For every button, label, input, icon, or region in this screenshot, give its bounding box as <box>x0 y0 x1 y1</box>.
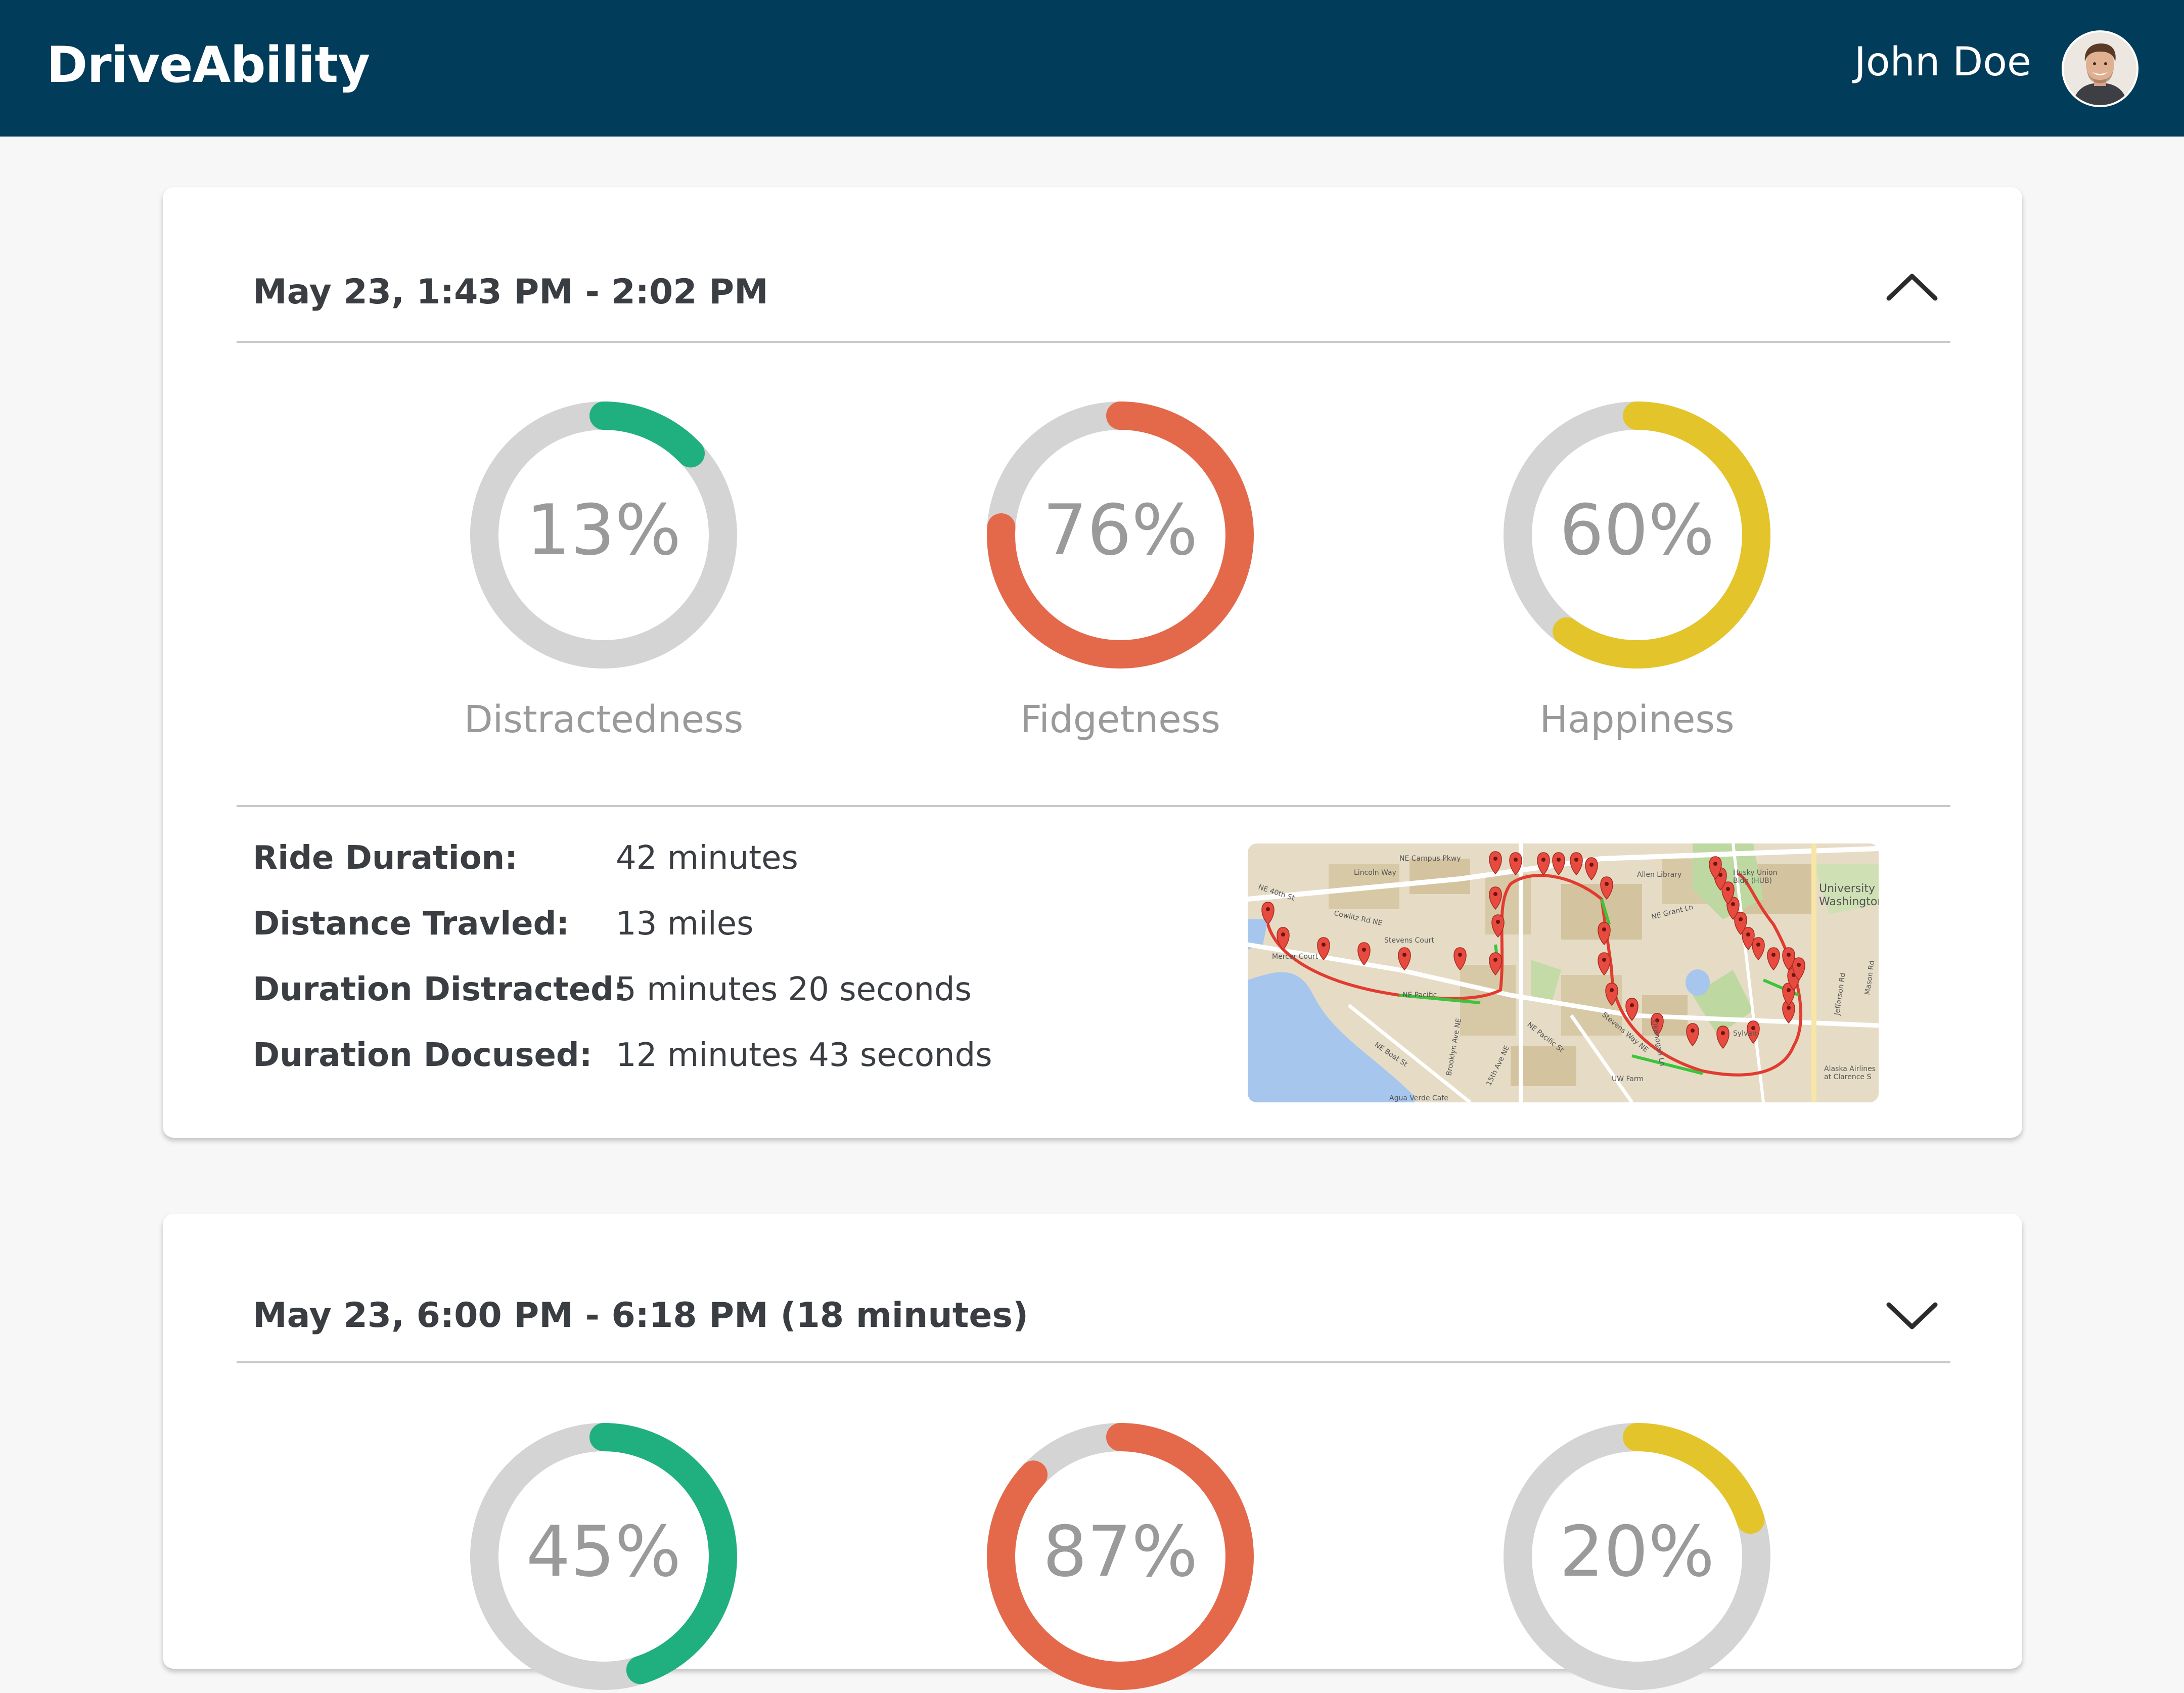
svg-text:University of: University of <box>1819 882 1879 895</box>
distractedness-value: 13% <box>526 489 681 571</box>
map-pin-dot <box>1602 958 1606 962</box>
map-pin-dot <box>1322 943 1326 947</box>
map-pin-dot <box>1557 858 1561 862</box>
map-pin-dot <box>1630 1003 1634 1007</box>
chevron-down-icon[interactable] <box>1882 1289 1942 1340</box>
avatar[interactable] <box>2062 30 2138 107</box>
map-pin-dot <box>1541 858 1545 862</box>
trip-title[interactable]: May 23, 6:00 PM - 6:18 PM (18 minutes) <box>253 1296 1028 1335</box>
app-title[interactable]: DriveAbility <box>47 36 370 94</box>
svg-text:Mercer Court: Mercer Court <box>1272 953 1318 961</box>
map-pin-dot <box>1493 857 1497 861</box>
svg-text:Bldg (HUB): Bldg (HUB) <box>1733 877 1772 885</box>
svg-text:Agua Verde Cafe: Agua Verde Cafe <box>1389 1094 1448 1102</box>
map-pin-dot <box>1605 882 1609 886</box>
distractedness-label: Distractedness <box>464 698 744 741</box>
app-header: DriveAbility John Doe <box>0 0 2184 137</box>
divider <box>237 1361 1950 1363</box>
distance-label: Distance Travled: <box>253 905 569 943</box>
map-pin-dot <box>1756 943 1760 947</box>
map-pin-dot <box>1787 988 1791 992</box>
svg-text:Allen Library: Allen Library <box>1637 871 1681 879</box>
happiness-value: 20% <box>1559 1511 1715 1592</box>
map-pin-dot <box>1362 948 1366 952</box>
distractedness-value: 45% <box>526 1511 681 1592</box>
map-pin-dot <box>1589 863 1594 867</box>
happiness-label: Happiness <box>1539 698 1735 741</box>
map-pin-dot <box>1771 953 1776 957</box>
map-pin-dot <box>1281 932 1285 937</box>
chevron-up-icon[interactable] <box>1882 263 1942 314</box>
map-pin-dot <box>1574 858 1578 862</box>
map-pin-dot <box>1496 920 1500 924</box>
divider <box>237 341 1950 343</box>
user-name[interactable]: John Doe <box>1854 39 2031 85</box>
ride-duration-value: 42 minutes <box>616 839 798 877</box>
svg-text:at Clarence S: at Clarence S <box>1824 1073 1871 1081</box>
map-pin-dot <box>1739 917 1743 921</box>
map-pin-dot <box>1726 887 1730 891</box>
fidgetness-value: 76% <box>1042 489 1198 571</box>
map-pin-dot <box>1458 953 1462 957</box>
map-pin-dot <box>1514 858 1518 862</box>
svg-text:Lincoln Way: Lincoln Way <box>1354 869 1396 877</box>
fidgetness-gauge: 87% <box>984 1420 1257 1693</box>
svg-text:Sylvan: Sylvan <box>1733 1030 1757 1038</box>
map-pin-dot <box>1610 988 1614 992</box>
happiness-value: 60% <box>1559 489 1715 571</box>
svg-text:NE Campus Pkwy: NE Campus Pkwy <box>1399 855 1461 863</box>
fidgetness-gauge: 76% <box>984 398 1257 672</box>
duration-focused-value: 12 minutes 43 seconds <box>616 1037 992 1074</box>
distractedness-gauge: 45% <box>467 1420 740 1693</box>
map-pin-dot <box>1691 1029 1695 1033</box>
user-photo <box>2064 32 2136 105</box>
map-pin-dot <box>1402 953 1406 957</box>
distance-value: 13 miles <box>616 905 754 943</box>
fidgetness-label: Fidgetness <box>1020 698 1220 741</box>
map-pin-dot <box>1731 902 1735 906</box>
trip-title[interactable]: May 23, 1:43 PM - 2:02 PM <box>253 272 768 312</box>
map-pin-dot <box>1493 892 1497 896</box>
map-pin-dot <box>1493 958 1497 962</box>
svg-text:UW Farm: UW Farm <box>1612 1075 1644 1083</box>
svg-text:Washington: Washington <box>1819 896 1879 908</box>
fidgetness-value: 87% <box>1042 1511 1198 1592</box>
divider <box>237 805 1950 807</box>
duration-distracted-value: 5 minutes 20 seconds <box>616 971 972 1008</box>
route-map[interactable]: NE Campus Pkwy NE 40th St Lincoln Way Co… <box>1248 843 1879 1102</box>
duration-focused-label: Duration Docused: <box>253 1037 593 1074</box>
distractedness-gauge: 13% <box>467 398 740 672</box>
map-pin-dot <box>1746 932 1750 937</box>
map-pin-dot <box>1797 963 1801 967</box>
duration-distracted-label: Duration Distracted: <box>253 971 627 1008</box>
map-pin-dot <box>1602 927 1606 931</box>
ride-duration-label: Ride Duration: <box>253 839 518 877</box>
map-pin-dot <box>1266 907 1270 911</box>
map-pin-dot <box>1787 953 1791 957</box>
svg-text:NE Pacific: NE Pacific <box>1402 991 1437 999</box>
svg-text:Alaska Airlines: Alaska Airlines <box>1824 1065 1876 1073</box>
map-pin-dot <box>1713 862 1717 866</box>
svg-text:Stevens Court: Stevens Court <box>1384 937 1434 945</box>
map-pin-dot <box>1787 1006 1791 1010</box>
trip-card: May 23, 1:43 PM - 2:02 PM 13% Distracted… <box>163 187 2022 1138</box>
happiness-gauge: 60% <box>1500 398 1773 672</box>
map-pin-dot <box>1721 1031 1725 1035</box>
trip-card: May 23, 6:00 PM - 6:18 PM (18 minutes) 4… <box>163 1214 2022 1690</box>
svg-text:Husky Union: Husky Union <box>1733 869 1778 877</box>
happiness-gauge: 20% <box>1500 1420 1773 1693</box>
